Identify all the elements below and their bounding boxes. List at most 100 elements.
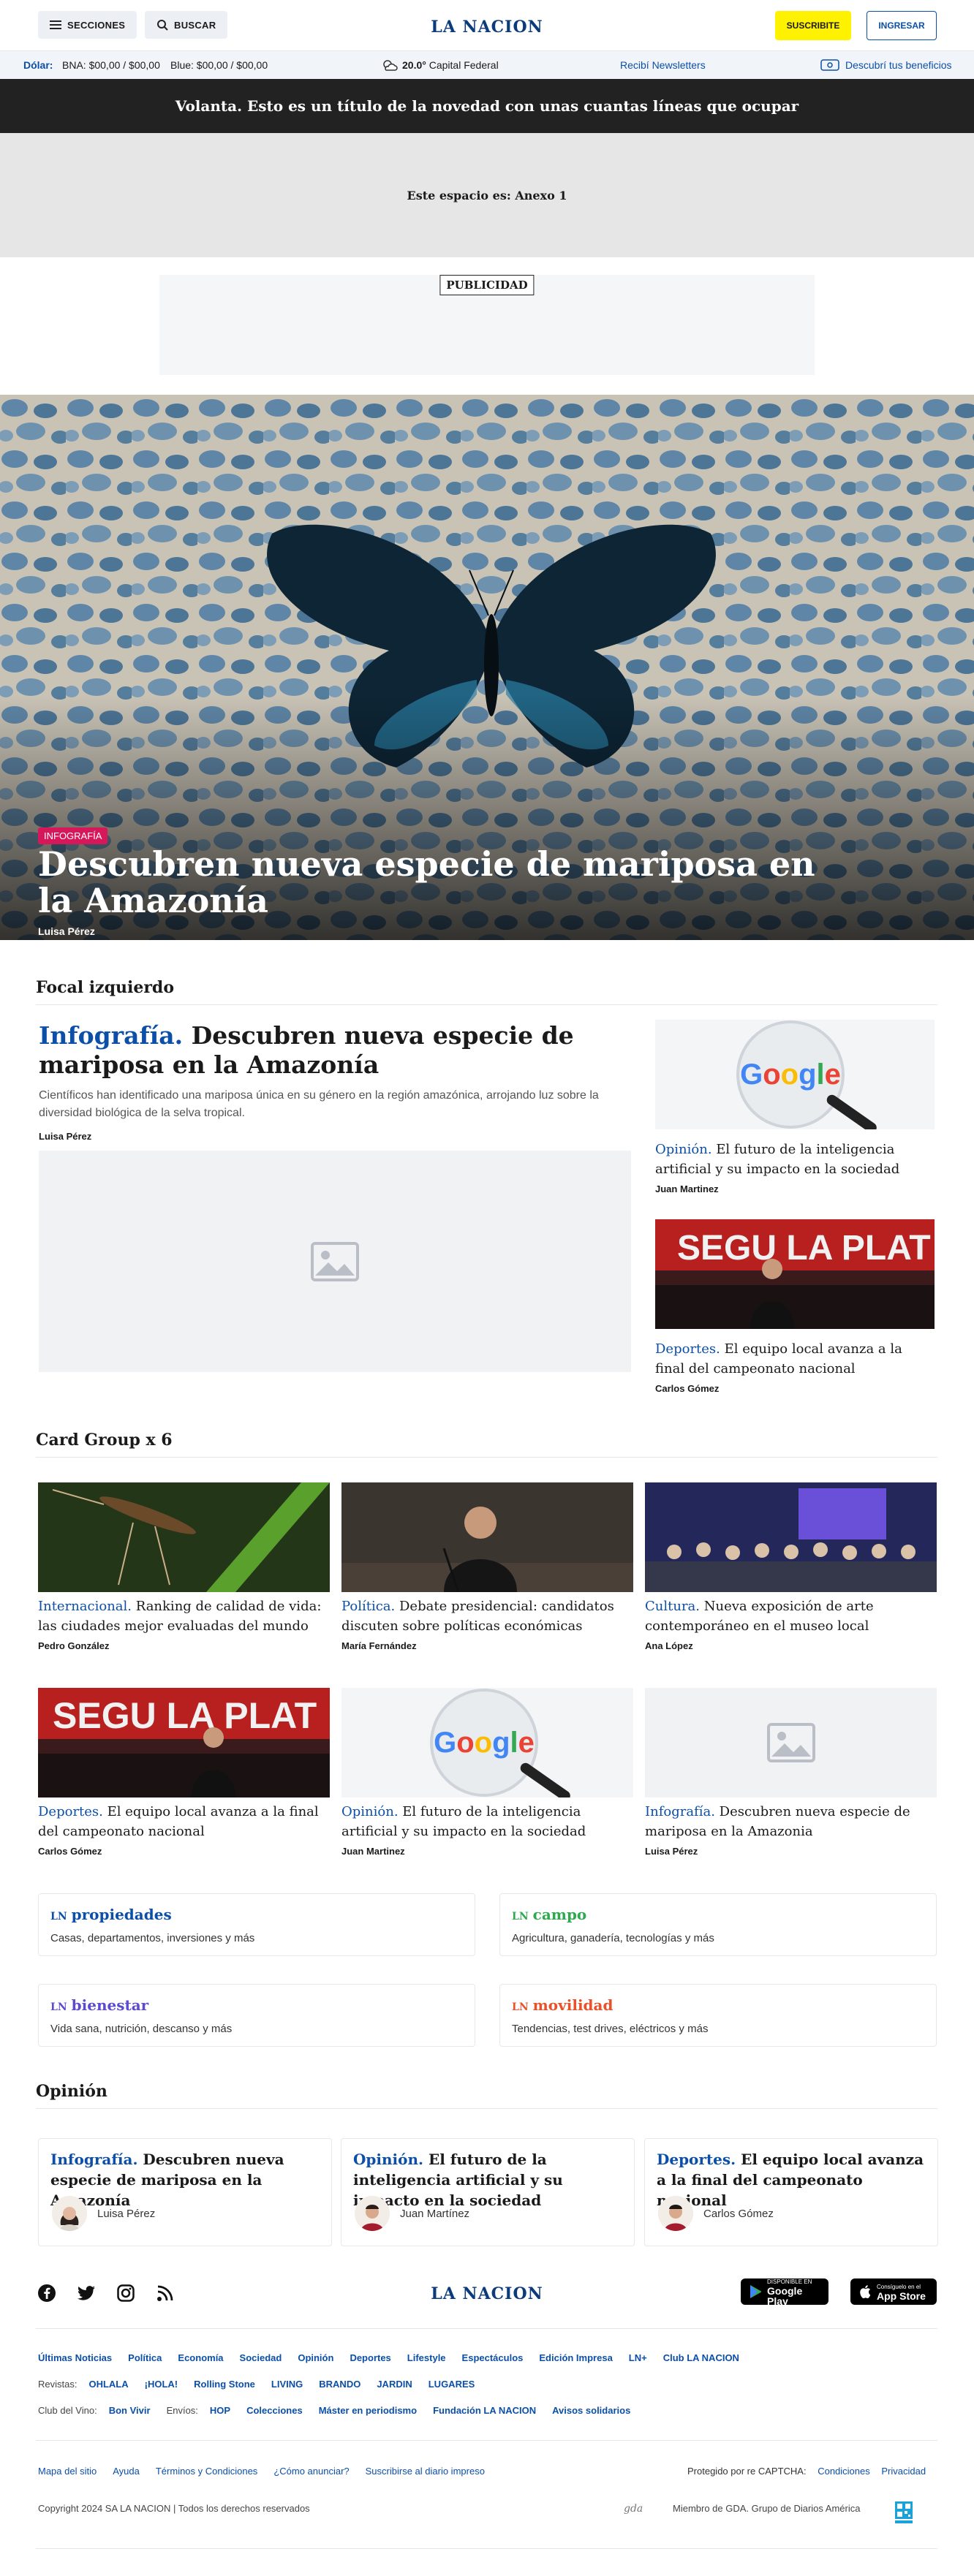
footer-link[interactable]: Suscribirse al diario impreso [366,2466,485,2477]
card-headline[interactable]: Opinión. El futuro de la inteligencia ar… [341,1802,633,1841]
footer-link[interactable]: Ayuda [113,2466,140,2477]
card-story[interactable]: Infografía. Descubren nueva especie de m… [645,1688,937,1857]
volanta-banner[interactable]: Volanta. Esto es un título de la novedad… [0,79,974,133]
footer-link[interactable]: Fundación LA NACION [433,2405,536,2416]
focal-side-story[interactable]: Google Opinión. El futuro de la intelige… [655,1020,935,1194]
card-headline[interactable]: Internacional. Ranking de calidad de vid… [38,1596,330,1636]
footer-link[interactable]: BRANDO [319,2379,360,2390]
footer-link[interactable]: Mapa del sitio [38,2466,97,2477]
footer-link[interactable]: Máster en periodismo [319,2405,417,2416]
kicker: Deportes. [38,1804,103,1819]
qr-code-icon[interactable] [894,2500,914,2525]
footer-link[interactable]: ¡HOLA! [145,2379,178,2390]
sections-button[interactable]: SECCIONES [38,11,137,39]
brand-bienestar[interactable]: LN bienestar Vida sana, nutrición, descan… [38,1984,475,2047]
conditions-link[interactable]: Condiciones [818,2466,870,2477]
footer-logo[interactable]: LA NACION [431,2284,543,2303]
hero-story[interactable]: INFOGRAFÍA Descubren nueva especie de ma… [0,395,974,940]
kicker: Internacional. [38,1599,132,1614]
focal-side-story[interactable]: SEGU LA PLAT Deportes. El equipo local a… [655,1219,935,1394]
footer-link[interactable]: Rolling Stone [194,2379,255,2390]
footer-link[interactable]: Opinión [298,2352,333,2363]
side-headline[interactable]: Deportes. El equipo local avanza a la fi… [655,1339,935,1379]
author[interactable]: Carlos Gómez [655,1383,935,1394]
card-story[interactable]: Internacional. Ranking de calidad de vid… [38,1482,330,1651]
footer-link[interactable]: Club LA NACION [663,2352,739,2363]
card-headline[interactable]: Política. Debate presidencial: candidato… [341,1596,633,1636]
author[interactable]: Juan Martinez [341,1846,633,1857]
opinion-headline[interactable]: Deportes. El equipo local avanza a la fi… [657,2149,929,2211]
mosquito-image [38,1482,330,1592]
brand-propiedades[interactable]: LN propiedades Casas, departamentos, inve… [38,1893,475,1956]
footer-link[interactable]: Deportes [350,2352,390,2363]
footer-link[interactable]: ¿Cómo anunciar? [273,2466,349,2477]
newsletters-link[interactable]: Recibí Newsletters [620,59,706,71]
focal-main-story[interactable]: Infografía. Descubren nueva especie de m… [39,1021,631,1372]
hero-title[interactable]: Descubren nueva especie de mariposa en l… [38,846,842,919]
author[interactable]: Luisa Pérez [645,1846,937,1857]
footer-link[interactable]: Sociedad [240,2352,282,2363]
author[interactable]: Pedro González [38,1640,330,1651]
card-story[interactable]: Cultura. Nueva exposición de arte contem… [645,1482,937,1651]
opinion-headline[interactable]: Infografía. Descubren nueva especie de m… [50,2149,322,2211]
footer-link[interactable]: Política [128,2352,162,2363]
privacy-link[interactable]: Privacidad [881,2466,926,2477]
footer-link[interactable]: JARDIN [377,2379,412,2390]
footer-link[interactable]: Edición Impresa [539,2352,612,2363]
facebook-icon[interactable] [38,2284,56,2302]
author[interactable]: María Fernández [341,1640,633,1651]
instagram-icon[interactable] [117,2284,135,2302]
footer-link[interactable]: LUGARES [429,2379,475,2390]
card-headline[interactable]: Deportes. El equipo local avanza a la fi… [38,1802,330,1841]
card-story[interactable]: Google Opinión. El futuro de la intelige… [341,1688,633,1857]
card-headline[interactable]: Infografía. Descubren nueva especie de m… [645,1802,937,1841]
footer-link[interactable]: Espectáculos [462,2352,524,2363]
twitter-icon[interactable] [78,2286,95,2300]
weather[interactable]: 20.0° Capital Federal [382,58,499,72]
captcha-notice: Protegido por re CAPTCHA: Condiciones Pr… [687,2466,926,2477]
hero-author[interactable]: Luisa Pérez [38,925,95,937]
rss-icon[interactable] [156,2284,174,2302]
author[interactable]: Carlos Gómez [38,1846,330,1857]
opinion-author[interactable]: Juan Martínez [400,2208,469,2220]
kicker: Opinión. [341,1804,399,1819]
footer-link[interactable]: LIVING [271,2379,303,2390]
opinion-card[interactable]: Opinión. El futuro de la inteligencia ar… [341,2138,635,2246]
focal-main-headline[interactable]: Infografía. Descubren nueva especie de m… [39,1021,631,1080]
author[interactable]: Luisa Pérez [39,1131,631,1142]
opinion-card[interactable]: Deportes. El equipo local avanza a la fi… [644,2138,938,2246]
hero-tag[interactable]: INFOGRAFÍA [38,827,108,844]
kicker: Infografía. [645,1804,715,1819]
opinion-author[interactable]: Carlos Gómez [703,2208,774,2220]
search-button[interactable]: BUSCAR [145,11,228,39]
footer-link[interactable]: HOP [210,2405,230,2416]
footer-link[interactable]: LN+ [629,2352,647,2363]
brand-campo[interactable]: LN campo Agricultura, ganadería, tecnolog… [499,1893,937,1956]
side-headline[interactable]: Opinión. El futuro de la inteligencia ar… [655,1140,935,1179]
club-link[interactable]: Bon Vivir [109,2405,151,2416]
opinion-headline[interactable]: Opinión. El futuro de la inteligencia ar… [353,2149,625,2211]
login-button[interactable]: INGRESAR [867,11,937,40]
kicker: Cultura. [645,1599,701,1614]
footer-link[interactable]: OHLALA [88,2379,128,2390]
footer-link[interactable]: Economía [178,2352,223,2363]
benefits-link[interactable]: Descubrí tus beneficios [820,59,952,71]
avatar [52,2196,87,2231]
card-story[interactable]: SEGU LA PLAT Deportes. El equipo local a… [38,1688,330,1857]
google-play-button[interactable]: DISPONIBLE EN Google Play [741,2278,828,2306]
footer-link[interactable]: Lifestyle [407,2352,446,2363]
opinion-card[interactable]: Infografía. Descubren nueva especie de m… [38,2138,332,2246]
subscribe-button[interactable]: SUSCRIBITE [775,11,851,40]
card-headline[interactable]: Cultura. Nueva exposición de arte contem… [645,1596,937,1636]
footer-link[interactable]: Términos y Condiciones [156,2466,257,2477]
footer-link[interactable]: Avisos solidarios [552,2405,630,2416]
author[interactable]: Ana López [645,1640,937,1651]
site-logo[interactable]: LA NACION [431,18,543,37]
card-story[interactable]: Política. Debate presidencial: candidato… [341,1482,633,1651]
brand-movilidad[interactable]: LN movilidad Tendencias, test drives, elé… [499,1984,937,2047]
footer-link[interactable]: Colecciones [246,2405,303,2416]
opinion-author[interactable]: Luisa Pérez [97,2208,155,2220]
footer-link[interactable]: Últimas Noticias [38,2352,112,2363]
app-store-button[interactable]: Consíguelo en el App Store [850,2278,937,2305]
author[interactable]: Juan Martinez [655,1183,935,1194]
